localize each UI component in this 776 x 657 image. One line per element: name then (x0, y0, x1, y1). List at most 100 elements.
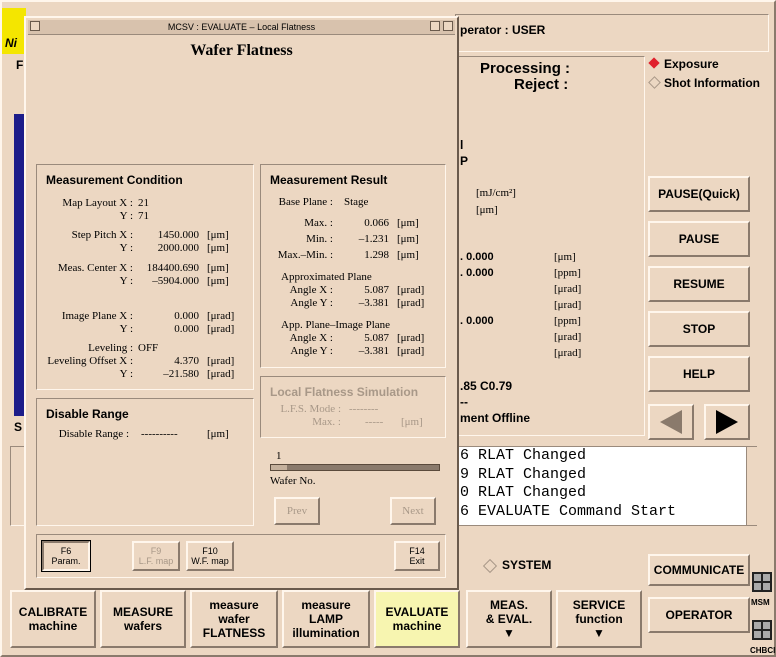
f6-param-button[interactable]: F6 Param. (41, 540, 91, 572)
evaluate-machine-button[interactable]: EVALUATE machine (374, 590, 460, 648)
line3: illumination (292, 626, 360, 640)
left-blue-strip (14, 114, 24, 416)
chbci-label: CHBCI (750, 646, 776, 655)
unit: [μrad] (554, 347, 582, 359)
base-plane-value: Stage (344, 196, 369, 208)
next-page-button[interactable] (704, 404, 750, 440)
app-angle-x-label: Angle X : (289, 332, 333, 344)
radio-shot-information-label: Shot Information (664, 76, 760, 90)
pause-quick-button[interactable]: PAUSE(Quick) (648, 176, 750, 212)
meas-center-y-label: Y : (119, 275, 133, 287)
disable-range-value: ---------- (141, 428, 178, 440)
group-title: Measurement Condition (46, 173, 183, 187)
dialog-heading: Wafer Flatness (190, 42, 293, 59)
meas-center-x-label: Meas. Center X : (57, 262, 133, 274)
unit: [μm] (207, 262, 229, 274)
map-layout-y-value: 71 (138, 210, 149, 222)
value: . 0.000 (460, 251, 494, 263)
meas-center-y-value: –5904.000 (152, 275, 199, 287)
dialog-titlebar[interactable]: MCSV : EVALUATE – Local Flatness (28, 20, 455, 35)
max-value: 0.066 (364, 217, 389, 229)
maximize-icon[interactable] (443, 21, 453, 31)
meas-eval-button[interactable]: MEAS. & EVAL. ▼ (466, 590, 552, 648)
minimize-icon[interactable] (430, 21, 440, 31)
unit: [μrad] (554, 299, 582, 311)
unit: [μm] (207, 242, 229, 254)
fkey: F9 (150, 546, 162, 556)
wafer-number-slider[interactable] (270, 464, 440, 471)
min-value: –1.231 (358, 233, 389, 245)
line2: LAMP (309, 612, 343, 626)
system-radio[interactable]: SYSTEM (482, 558, 564, 574)
disable-range-group: Disable Range Disable Range : ----------… (36, 398, 254, 526)
radio-exposure[interactable]: Exposure (648, 57, 762, 71)
message-scrollbar[interactable] (746, 447, 757, 525)
line1: CALIBRATE (18, 605, 88, 619)
unit: [μrad] (397, 284, 425, 296)
approx-angle-x-label: Angle X : (289, 284, 333, 296)
frag-l: l (460, 138, 464, 152)
resume-button[interactable]: RESUME (648, 266, 750, 302)
communicate-button[interactable]: COMMUNICATE (648, 554, 750, 586)
slider-thumb[interactable] (271, 465, 287, 470)
measure-wafers-button[interactable]: MEASURE wafers (100, 590, 186, 648)
map-layout-y-label: Y : (119, 210, 133, 222)
left-letter-s: S (14, 420, 23, 434)
group-title: Measurement Result (270, 173, 388, 187)
unit: [μrad] (397, 345, 425, 357)
pause-button[interactable]: PAUSE (648, 221, 750, 257)
line1: SERVICE (572, 598, 626, 612)
unit: [μrad] (207, 368, 235, 380)
unit: [ppm] (554, 267, 581, 279)
unit: [μm] (207, 428, 229, 440)
radio-exposure-label: Exposure (664, 57, 719, 71)
help-button[interactable]: HELP (648, 356, 750, 392)
message-line: 6 RLAT Changed (460, 447, 587, 464)
measure-lamp-illumination-button[interactable]: measure LAMP illumination (282, 590, 370, 648)
radio-shot-information[interactable]: Shot Information (648, 76, 768, 90)
frag-p: P (460, 154, 469, 168)
stop-button[interactable]: STOP (648, 311, 750, 347)
calibrate-machine-button[interactable]: CALIBRATE machine (10, 590, 96, 648)
f14-exit-button[interactable]: F14 Exit (394, 541, 440, 571)
local-flatness-simulation-group: Local Flatness Simulation L.F.S. Mode : … (260, 376, 446, 438)
unit-mj: [mJ/cm²] (476, 187, 516, 199)
msm-label: MSM (751, 598, 770, 607)
value: . 0.000 (460, 315, 494, 327)
line2: machine (28, 619, 78, 633)
line2: wafers (123, 619, 163, 633)
operator-button[interactable]: OPERATOR (648, 597, 750, 633)
window-menu-icon[interactable] (30, 21, 40, 31)
reject-label: Reject : (514, 76, 569, 93)
message-log[interactable]: 6 RLAT Changed 9 RLAT Changed 0 RLAT Cha… (457, 446, 757, 526)
f9-lf-map-button[interactable]: F9 L.F. map (132, 541, 180, 571)
radio-unselected-icon (648, 76, 661, 89)
line2: machine (392, 619, 442, 633)
lfs-max-value: ----- (365, 416, 384, 428)
msm-grid-icon[interactable] (752, 572, 772, 592)
prev-page-button[interactable] (648, 404, 694, 440)
unit: [μrad] (207, 310, 235, 322)
map-layout-x-label: Map Layout X : (62, 197, 133, 209)
processing-label: Processing : (480, 60, 571, 77)
line2: & EVAL. (485, 612, 533, 626)
unit-um: [μm] (476, 204, 498, 216)
unit: [μm] (554, 251, 576, 263)
next-button[interactable]: Next (390, 497, 436, 525)
chbci-grid-icon[interactable] (752, 620, 772, 640)
app-angle-y-value: –3.381 (358, 345, 389, 357)
fkey: F6 (60, 546, 72, 556)
measurement-result-group: Measurement Result Base Plane : Stage Ma… (260, 164, 446, 368)
prev-button[interactable]: Prev (274, 497, 320, 525)
step-pitch-x-value: 1450.000 (157, 229, 199, 241)
map-layout-x-value: 21 (138, 197, 149, 209)
unit: [μrad] (397, 297, 425, 309)
f10-wf-map-button[interactable]: F10 W.F. map (186, 541, 234, 571)
unit: [μm] (397, 233, 419, 245)
function-key-bar (36, 534, 446, 578)
leveling-offset-x-value: 4.370 (174, 355, 199, 367)
measure-wafer-flatness-button[interactable]: measure wafer FLATNESS (190, 590, 278, 648)
service-function-button[interactable]: SERVICE function ▼ (556, 590, 642, 648)
line1: measure (209, 598, 259, 612)
meas-center-x-value: 184400.690 (146, 262, 199, 274)
